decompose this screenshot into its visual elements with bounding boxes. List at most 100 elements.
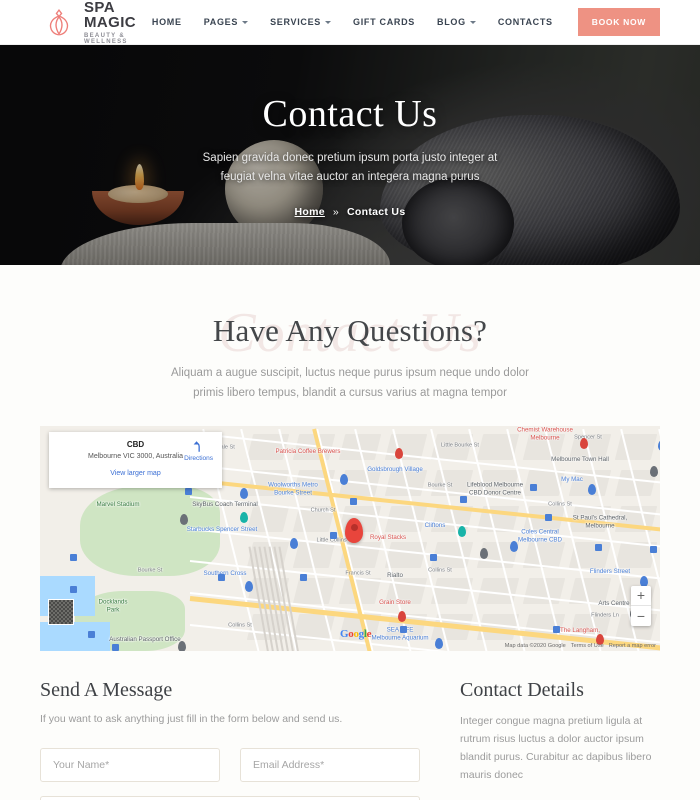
map-label: Starbucks Spencer Street	[186, 526, 258, 534]
map-transit-marker[interactable]	[595, 543, 602, 551]
map-label: Flinders Ln	[591, 612, 619, 619]
terms-of-use-link[interactable]: Terms of Use	[571, 643, 604, 649]
lotus-flower-icon	[49, 8, 69, 36]
map-label: The Langham,	[560, 627, 600, 635]
map-transit-marker[interactable]	[460, 495, 467, 503]
map-poi-marker[interactable]	[510, 540, 518, 552]
site-logo[interactable]: SPA MAGIC BEAUTY & WELLNESS	[42, 0, 141, 45]
contact-details-title: Contact Details	[460, 678, 584, 701]
your-name-input[interactable]	[40, 747, 220, 782]
map-transit-marker[interactable]	[430, 553, 437, 561]
map-label: Patricia Coffee Brewers	[275, 448, 341, 456]
map-label: Melbourne Town Hall	[551, 456, 609, 464]
map-poi-marker[interactable]	[180, 513, 188, 525]
map-label: SkyBus Coach Terminal	[192, 501, 258, 509]
nav-label-contacts: CONTACTS	[497, 17, 553, 27]
view-larger-map-link[interactable]: View larger map	[58, 470, 213, 477]
map-label: Bourke St	[427, 482, 453, 489]
email-address-input[interactable]	[240, 747, 420, 782]
map-transit-marker[interactable]	[330, 531, 337, 539]
map-label: Docklands Park	[98, 598, 128, 613]
map-poi-marker[interactable]	[650, 465, 658, 477]
map-transit-marker[interactable]	[553, 625, 560, 633]
directions-button[interactable]: Directions	[184, 440, 213, 462]
map-poi-marker[interactable]	[458, 525, 466, 537]
map-poi-marker[interactable]	[395, 447, 403, 459]
directions-label: Directions	[184, 454, 213, 462]
hero-subtitle: Sapien gravida donec pretium ipsum porta…	[202, 151, 498, 183]
map-label: Little Bourke St	[441, 442, 479, 449]
map-label: Goldsbrough Village	[367, 466, 423, 474]
map-transit-marker[interactable]	[300, 573, 307, 581]
zoom-in-button[interactable]: +	[631, 586, 651, 606]
map-transit-marker[interactable]	[530, 483, 537, 491]
map-transit-marker[interactable]	[545, 513, 552, 521]
map-transit-marker[interactable]	[185, 487, 192, 495]
map-poi-marker[interactable]	[245, 580, 253, 592]
send-message-column: Send A Message If you want to ask anythi…	[40, 679, 420, 800]
google-map[interactable]: Patricia Coffee Brewers Chemist Warehouse…	[40, 425, 660, 651]
book-now-button[interactable]: BOOK NOW	[577, 8, 660, 36]
directions-icon	[193, 441, 200, 452]
chevron-down-icon	[325, 20, 332, 24]
map-poi-marker[interactable]	[178, 640, 186, 651]
nav-item-home[interactable]: HOME	[141, 17, 193, 27]
map-poi-marker[interactable]	[240, 487, 248, 499]
map-poi-marker[interactable]	[290, 537, 298, 549]
nav-item-blog[interactable]: BLOG	[426, 17, 487, 27]
map-transit-marker[interactable]	[70, 585, 77, 593]
section-subtitle: Aliquam a augue suscipit, luctus neque p…	[170, 367, 529, 400]
map-transit-marker[interactable]	[70, 553, 77, 561]
map-transit-marker[interactable]	[350, 497, 357, 505]
nav-item-services[interactable]: SERVICES	[259, 17, 342, 27]
nav-label-services: SERVICES	[270, 17, 322, 27]
map-poi-marker[interactable]	[240, 511, 248, 523]
map-transit-marker[interactable]	[650, 545, 657, 553]
map-label: Southern Cross	[203, 570, 247, 578]
map-poi-marker[interactable]	[435, 637, 443, 649]
send-message-title: Send A Message	[40, 678, 173, 701]
map-transit-marker[interactable]	[112, 643, 119, 651]
contact-details-description: Integer congue magna pretium ligula at r…	[460, 714, 652, 782]
map-label: Royal Stacks	[369, 534, 407, 542]
zoom-out-button[interactable]: −	[631, 606, 651, 626]
map-poi-marker[interactable]	[340, 473, 348, 485]
map-label: Chemist Warehouse Melbourne	[517, 426, 573, 441]
map-label: Coles Central Melbourne CBD	[517, 528, 563, 543]
map-transit-marker[interactable]	[400, 625, 407, 633]
nav-item-contacts[interactable]: CONTACTS	[487, 17, 564, 27]
map-poi-marker[interactable]	[398, 610, 406, 622]
map-label: Collins St	[548, 501, 572, 508]
map-info-card: CBD Melbourne VIC 3000, Australia View l…	[49, 431, 222, 488]
map-label: St Paul's Cathedral, Melbourne	[572, 514, 628, 529]
logo-title: SPA MAGIC	[84, 0, 136, 31]
nav-label-blog: BLOG	[437, 17, 466, 27]
map-poi-marker[interactable]	[588, 483, 596, 495]
map-label: Collins St	[428, 567, 452, 574]
chevron-down-icon	[469, 20, 476, 24]
map-label: Rialto	[387, 572, 403, 580]
map-location-marker[interactable]	[345, 517, 363, 543]
map-satellite-thumbnail[interactable]	[48, 598, 74, 625]
breadcrumb-home-link[interactable]: Home	[295, 206, 325, 218]
nav-label-pages: PAGES	[203, 17, 239, 27]
map-label: Bourke St	[137, 567, 163, 574]
map-poi-marker[interactable]	[658, 439, 660, 451]
map-transit-marker[interactable]	[88, 630, 95, 638]
site-header: SPA MAGIC BEAUTY & WELLNESS HOME PAGES S…	[0, 0, 700, 45]
logo-subtitle: BEAUTY & WELLNESS	[84, 33, 128, 45]
map-poi-marker[interactable]	[580, 437, 588, 449]
map-transit-marker[interactable]	[218, 573, 225, 581]
map-zoom-controls: + −	[631, 585, 651, 626]
report-map-error-link[interactable]: Report a map error	[609, 643, 656, 649]
google-logo: Google	[340, 627, 372, 640]
map-label: Cliftons	[424, 522, 446, 530]
map-label: My Mac	[561, 476, 583, 484]
questions-section: Contact Us Have Any Questions? Aliquam a…	[0, 265, 700, 651]
map-poi-marker[interactable]	[480, 547, 488, 559]
nav-item-pages[interactable]: PAGES	[193, 17, 259, 27]
map-label: Marvel Stadium	[96, 501, 140, 509]
nav-item-gift-cards[interactable]: GIFT CARDS	[342, 17, 426, 27]
message-subject-input[interactable]	[40, 795, 420, 800]
send-message-subtitle: If you want to ask anything just fill in…	[40, 712, 343, 725]
